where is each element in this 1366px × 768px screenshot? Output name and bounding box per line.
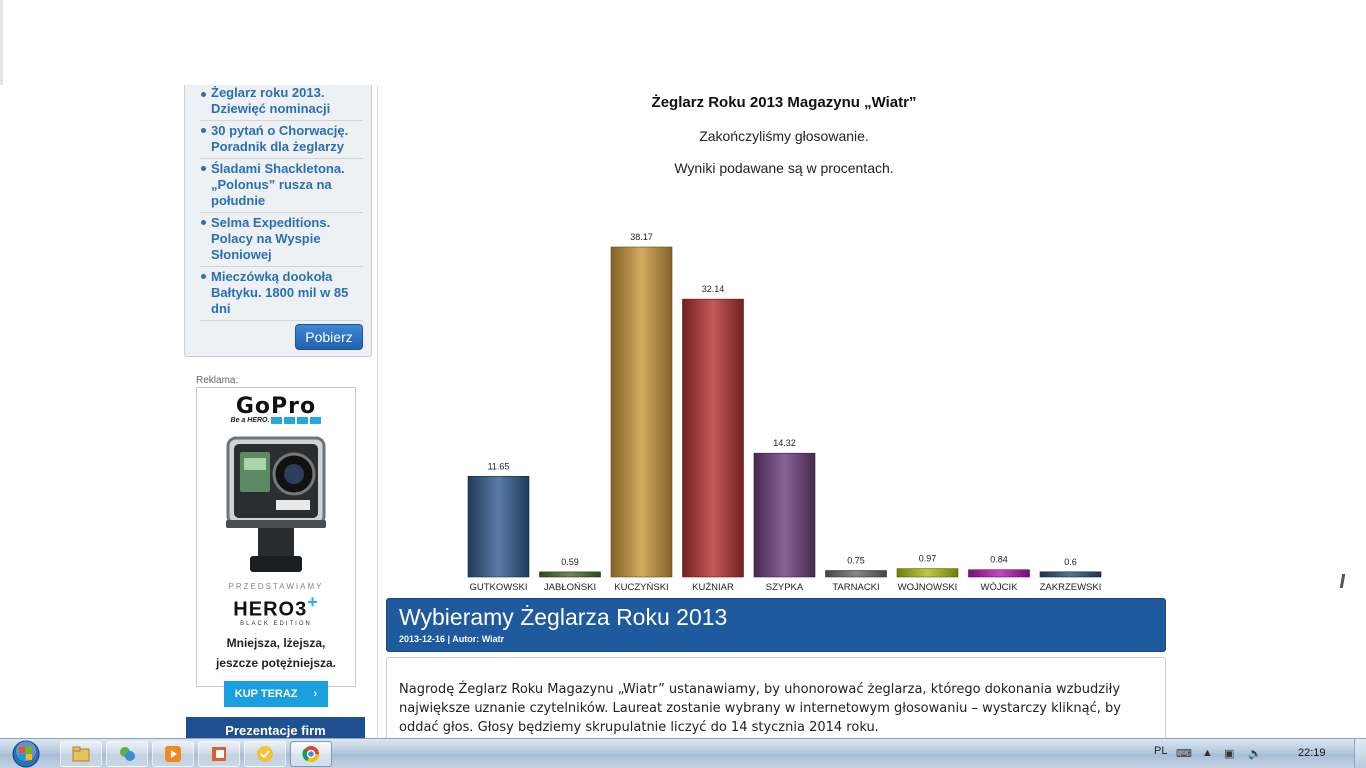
category-label: GUTKOWSKI bbox=[469, 582, 527, 593]
media-player-icon[interactable] bbox=[152, 741, 194, 767]
article-text-line: Nagrodę Żeglarz Roku Magazynu „Wiatr” us… bbox=[399, 682, 1121, 697]
article-body: Nagrodę Żeglarz Roku Magazynu „Wiatr” us… bbox=[386, 657, 1166, 747]
ad-edition: BLACK EDITION bbox=[240, 620, 312, 627]
ad-copy: Mniejsza, lżejsza, jeszcze potężniejsza. bbox=[197, 633, 355, 673]
chart-bar bbox=[610, 246, 673, 578]
ad-copy-line: jeszcze potężniejsza. bbox=[215, 655, 337, 670]
chevron-right-icon: › bbox=[313, 687, 318, 700]
category-label: ZAKRZEWSKI bbox=[1040, 582, 1102, 593]
category-label: WÓJCIK bbox=[981, 582, 1019, 593]
windows-start-icon[interactable] bbox=[6, 740, 46, 768]
buy-now-label: KUP TERAZ bbox=[234, 687, 298, 700]
ad-product-name: HERO3 bbox=[233, 598, 308, 621]
chart-bar bbox=[896, 568, 959, 578]
chart-bar bbox=[682, 298, 744, 578]
category-label: SZYPKA bbox=[766, 582, 804, 593]
article-text-line: największe uznanie czytelników. Laureat … bbox=[399, 701, 1121, 716]
bar-value-label: 0.6 bbox=[1064, 557, 1077, 567]
notes-icon[interactable] bbox=[244, 741, 286, 767]
results-bar-chart: 11.65 GUTKOWSKI 0.59 JABŁOŃSKI 38.17 KUCZYŃSK… bbox=[467, 232, 1102, 593]
show-desktop-button[interactable] bbox=[1354, 739, 1366, 768]
category-label: JABŁOŃSKI bbox=[544, 582, 596, 593]
bar-value-label: 32.14 bbox=[702, 284, 725, 294]
clock[interactable]: 22:19 bbox=[1298, 747, 1326, 759]
volume-icon[interactable]: 🔈 bbox=[1248, 747, 1262, 760]
language-indicator[interactable]: PL bbox=[1154, 745, 1167, 757]
bar-value-label: 14.32 bbox=[773, 438, 796, 448]
office-icon[interactable] bbox=[198, 741, 240, 767]
article-text-line: oddać głos. Głosy będziemy skrupulatnie … bbox=[399, 720, 879, 735]
bar-value-label: 0.59 bbox=[561, 557, 579, 567]
article-meta: 2013-12-16 | Autor: Wiatr bbox=[399, 634, 505, 644]
taskbar: PL ⌨ ▲ ▣ 🔈 22:19 bbox=[0, 738, 1366, 768]
article-title[interactable]: Wybieramy Żeglarza Roku 2013 bbox=[399, 603, 1153, 631]
ad-copy-line: Mniejsza, lżejsza, bbox=[226, 635, 326, 650]
category-label: WOJNOWSKI bbox=[898, 582, 958, 593]
keyboard-icon[interactable]: ⌨ bbox=[1176, 747, 1192, 760]
bar-value-label: 11.65 bbox=[488, 461, 510, 471]
chart-bar bbox=[1039, 571, 1102, 578]
tray-expand-icon[interactable]: ▲ bbox=[1202, 747, 1213, 759]
category-label: KUCZYŃSKI bbox=[614, 582, 668, 593]
chrome-icon[interactable] bbox=[290, 741, 332, 767]
bar-value-label: 38.17 bbox=[630, 232, 653, 242]
buy-now-button[interactable]: KUP TERAZ › bbox=[224, 680, 328, 707]
chart-bar bbox=[753, 452, 816, 578]
article-header: Wybieramy Żeglarza Roku 2013 2013-12-16 … bbox=[386, 598, 1166, 652]
bar-value-label: 0.84 bbox=[990, 555, 1008, 565]
explorer-icon[interactable] bbox=[60, 741, 102, 767]
company-presentations-header[interactable]: Prezentacje firm bbox=[186, 717, 365, 738]
bar-value-label: 0.97 bbox=[919, 554, 937, 564]
bar-value-label: 0.75 bbox=[847, 556, 865, 566]
chart-bar bbox=[968, 569, 1030, 578]
messenger-icon[interactable] bbox=[106, 741, 148, 767]
category-label: TARNACKI bbox=[832, 582, 879, 593]
screen: Żeglarz roku 2013. Dziewięć nominacji 30… bbox=[0, 0, 1366, 768]
chart-bar bbox=[539, 571, 601, 578]
category-label: KUŹNIAR bbox=[692, 582, 734, 593]
chart-bar bbox=[467, 475, 530, 578]
network-icon[interactable]: ▣ bbox=[1224, 747, 1234, 760]
chart-bar bbox=[825, 570, 887, 578]
